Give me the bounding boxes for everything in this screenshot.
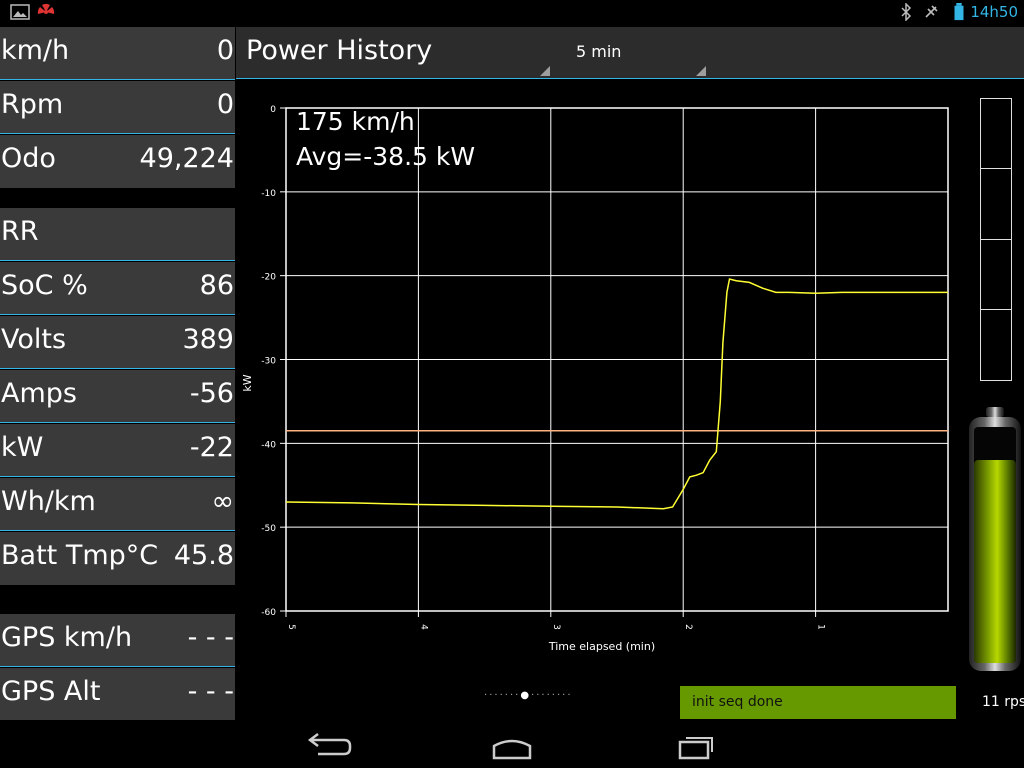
y-tick-label: -30 (261, 357, 276, 367)
amps-label: Amps (1, 378, 77, 409)
back-icon[interactable] (298, 728, 358, 762)
odo-label: Odo (1, 143, 56, 174)
navigation-bar (0, 720, 1024, 768)
battery-gauge-icon (969, 407, 1021, 671)
batt-temp-value: 45.8 (173, 540, 234, 571)
volts-value: 389 (182, 324, 234, 355)
battery-icon (954, 3, 964, 21)
speed-value: 0 (216, 35, 234, 66)
row-whkm: Wh/km ∞ (0, 478, 235, 531)
power-gauge (980, 98, 1012, 381)
radiation-icon (37, 3, 55, 14)
status-message: init seq done (692, 694, 783, 710)
whkm-label: Wh/km (1, 486, 96, 517)
gps-alt-value: - - - (187, 676, 234, 707)
rpm-label: Rpm (1, 89, 64, 120)
x-tick-label: 2 (683, 624, 693, 630)
overlay-average: Avg=-38.5 kW (296, 142, 475, 171)
row-gps-speed: GPS km/h - - - (0, 614, 235, 667)
x-tick-label: 4 (418, 624, 428, 630)
page-indicator: ·······●········ (484, 690, 573, 701)
y-axis-label: kW (241, 374, 254, 391)
no-gps-icon (925, 5, 938, 18)
image-icon (10, 4, 30, 20)
row-speed: km/h 0 (0, 27, 235, 80)
whkm-value: ∞ (211, 486, 235, 517)
chart-grid (280, 107, 949, 617)
rpm-value: 0 (216, 89, 234, 120)
kw-value: -22 (189, 432, 234, 463)
chart-header: Power History 5 min (236, 27, 1024, 79)
row-volts: Volts 389 (0, 316, 235, 369)
gps-speed-value: - - - (187, 622, 234, 653)
row-odo: Odo 49,224 (0, 135, 235, 188)
y-tick-label: -50 (261, 524, 276, 534)
y-tick-label: 0 (270, 105, 276, 115)
amps-value: -56 (189, 378, 234, 409)
y-tick-label: -60 (261, 608, 276, 618)
row-batt-temp: Batt Tmp°C 45.8 (0, 532, 235, 585)
kw-label: kW (1, 432, 44, 463)
dropdown-indicator-icon (696, 66, 706, 76)
row-amps: Amps -56 (0, 370, 235, 423)
row-soc: SoC % 86 (0, 262, 235, 315)
x-axis-ticks: 5 4 3 2 1 (286, 624, 826, 630)
gauge-segment (981, 169, 1011, 240)
soc-value: 86 (199, 270, 234, 301)
x-tick-label: 3 (551, 624, 561, 630)
volts-label: Volts (1, 324, 67, 355)
recent-apps-icon[interactable] (666, 728, 726, 762)
soc-label: SoC % (1, 270, 88, 301)
refresh-rate: 11 rps (982, 694, 1024, 710)
y-tick-label: -40 (261, 440, 276, 450)
time-range-selector[interactable]: 5 min (576, 42, 621, 61)
gauge-segment (981, 240, 1011, 310)
x-tick-label: 5 (286, 624, 296, 630)
overlay-speed: 175 km/h (296, 107, 415, 136)
status-bar: 14h50 (0, 0, 1024, 25)
y-tick-label: -20 (261, 273, 276, 283)
odo-value: 49,224 (139, 143, 234, 174)
gps-speed-label: GPS km/h (1, 622, 133, 653)
page-dot: · (567, 690, 573, 701)
x-tick-label: 1 (816, 624, 826, 630)
speed-label: km/h (1, 35, 70, 66)
y-axis-ticks: 0 -10 -20 -30 -40 -50 -60 (261, 105, 276, 618)
gauge-segment (981, 99, 1011, 170)
x-axis-label: Time elapsed (min) (548, 640, 655, 653)
clock: 14h50 (970, 3, 1018, 21)
batt-temp-label: Batt Tmp°C (1, 540, 159, 571)
page-dot-active: ● (520, 690, 532, 701)
bluetooth-icon (901, 3, 912, 21)
row-gps-alt: GPS Alt - - - (0, 668, 235, 721)
dropdown-indicator-icon (540, 66, 550, 76)
y-tick-label: -10 (261, 189, 276, 199)
chart-type-selector[interactable]: Power History (246, 35, 432, 66)
gps-alt-label: GPS Alt (1, 676, 101, 707)
power-series-line (285, 278, 948, 510)
power-history-chart: 0 -10 -20 -30 -40 -50 -60 5 4 3 2 1 175 km/h Avg=-… (241, 105, 949, 653)
row-rpm: Rpm 0 (0, 81, 235, 134)
home-icon[interactable] (482, 728, 542, 762)
status-message-box: init seq done (680, 686, 956, 719)
rr-label: RR (1, 216, 39, 247)
row-rr: RR (0, 208, 235, 261)
gauge-segment (981, 310, 1011, 380)
row-kw: kW -22 (0, 424, 235, 477)
